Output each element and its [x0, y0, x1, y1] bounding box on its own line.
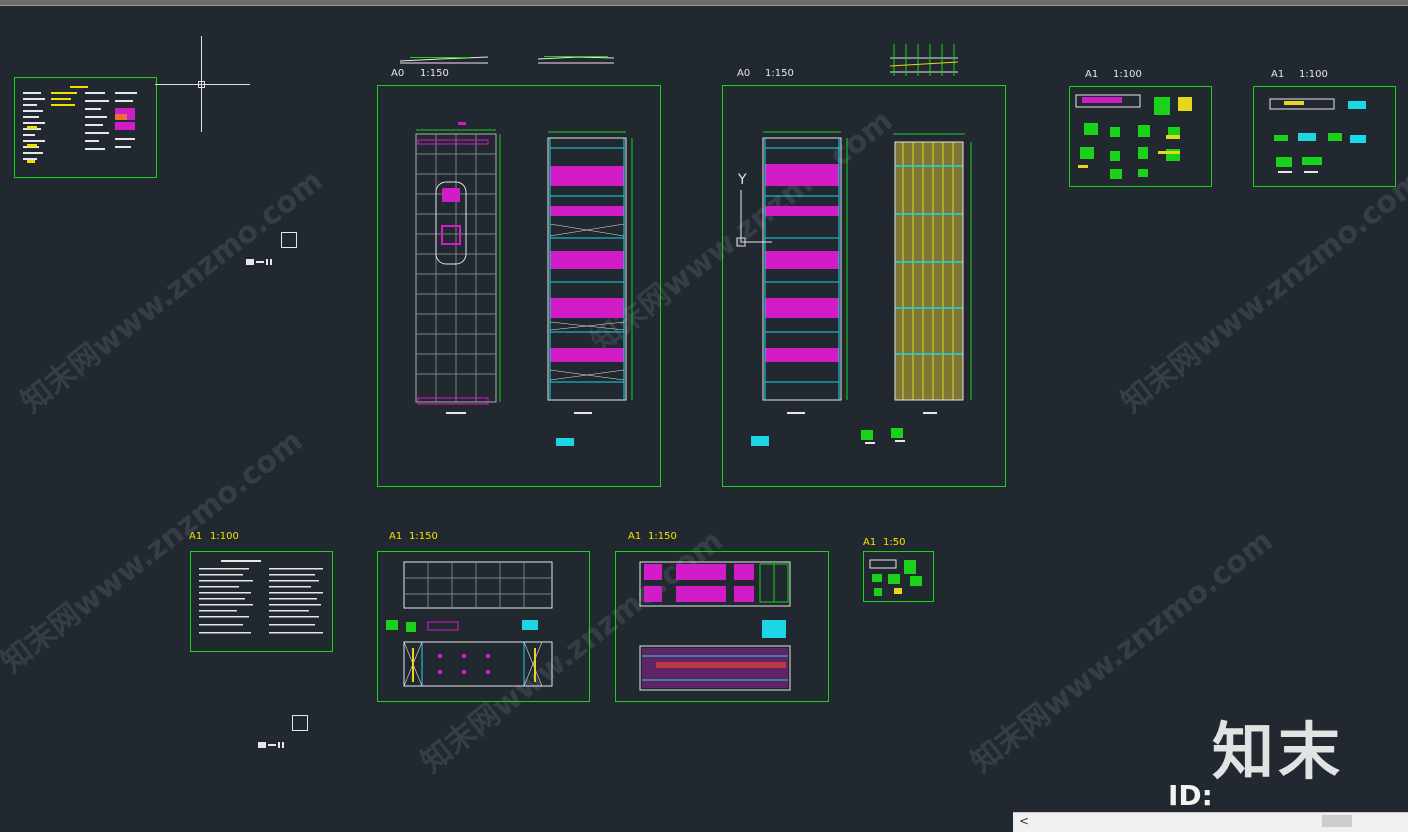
title-block-marker-text [258, 742, 284, 748]
legend-sheet-drawing [23, 86, 137, 163]
sheet-scale-label: 1:150 [648, 531, 677, 542]
elevation-strip [889, 44, 959, 76]
sheet-a1-small[interactable] [863, 551, 934, 602]
ucs-y-label: Y [738, 172, 747, 188]
scroll-left-arrow-icon[interactable]: < [1019, 814, 1029, 828]
sheet-scale-label: 1:100 [1113, 69, 1142, 80]
sheet-size-label: A1 [1085, 69, 1099, 80]
sheet-a0-right[interactable] [722, 85, 1006, 487]
general-notes-text-block [199, 560, 323, 634]
model-space-canvas[interactable]: 知末网www.znzmo.com 知末网www.znzmo.com 知末网www… [0, 6, 1408, 812]
title-block-marker-text [246, 259, 272, 265]
sheet-a1-plan-2[interactable] [615, 551, 829, 702]
sheet-a1-detail-2[interactable] [1253, 86, 1396, 187]
sheet-size-label: A0 [391, 68, 405, 79]
foundation-plan-drawing [415, 122, 633, 446]
sheet-scale-label: 1:150 [420, 68, 449, 79]
frame-plan-drawing [386, 561, 553, 687]
sheet-size-label: A1 [628, 531, 642, 542]
sheet-a0-left[interactable] [377, 85, 661, 487]
watermark-logo: 知末 [1212, 715, 1345, 788]
title-block-marker[interactable] [281, 232, 297, 248]
connection-details-drawing [1075, 94, 1192, 179]
roof-bracing-plan-drawing [639, 561, 791, 691]
status-area [0, 812, 1013, 831]
watermark-id: ID: 1179653494 [1168, 779, 1213, 812]
profile-strip [537, 56, 615, 64]
connection-details-drawing [1269, 98, 1366, 173]
scrollbar-thumb[interactable] [1322, 815, 1352, 827]
sheet-size-label: A1 [389, 531, 403, 542]
roof-plan-drawing [751, 131, 972, 446]
sheet-scale-label: 1:50 [883, 537, 906, 548]
node-details-drawing [869, 559, 922, 596]
sheet-scale-label: 1:100 [1299, 69, 1328, 80]
cursor-pickbox-icon [198, 81, 205, 88]
sheet-a1-notes[interactable] [190, 551, 333, 652]
sheet-size-label: A1 [189, 531, 203, 542]
sheet-scale-label: 1:150 [765, 68, 794, 79]
sheet-a1-detail-1[interactable] [1069, 86, 1212, 187]
sheet-a1-plan-1[interactable] [377, 551, 590, 702]
sheet-scale-label: 1:100 [210, 531, 239, 542]
title-block-marker[interactable] [292, 715, 308, 731]
sheet-size-label: A0 [737, 68, 751, 79]
watermark-text: 知末网www.znzmo.com [1114, 163, 1408, 420]
watermark-text: 知末网www.znzmo.com [14, 163, 330, 420]
sheet-size-label: A1 [1271, 69, 1285, 80]
profile-strip [399, 56, 489, 64]
legend-sheet[interactable] [14, 77, 157, 178]
sheet-scale-label: 1:150 [409, 531, 438, 542]
sheet-size-label: A1 [863, 537, 877, 548]
